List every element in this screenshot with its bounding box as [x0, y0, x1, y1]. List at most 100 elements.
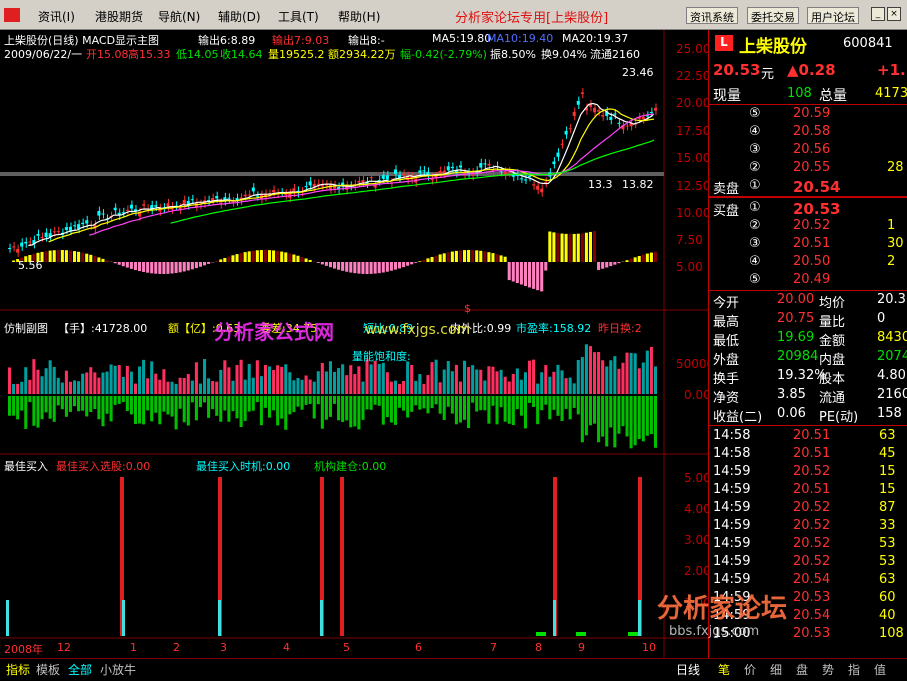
right-tab[interactable]: 笔 — [718, 661, 730, 678]
volume-bar — [117, 365, 121, 394]
menu-item-hk[interactable]: 港股期货 — [95, 8, 143, 25]
candle-body — [12, 246, 16, 248]
right-tab[interactable]: 指 — [848, 661, 860, 678]
period-label[interactable]: 日线 — [676, 661, 700, 678]
total-vol-value: 4173 — [875, 86, 907, 101]
candle-body — [617, 122, 621, 124]
bid-volume: 1 — [887, 218, 896, 233]
volume-neg-bar — [629, 396, 633, 449]
price-tick: 25.00 — [676, 42, 711, 56]
candle-body — [272, 189, 276, 193]
menu-item-info[interactable]: 资讯(I) — [38, 8, 75, 25]
volume-bar — [621, 362, 625, 394]
ask-price: 20.59 — [793, 106, 831, 121]
close-icon[interactable]: × — [887, 7, 901, 21]
volume-neg-bar — [442, 396, 446, 420]
volume-bar — [519, 379, 523, 394]
menu-item-help[interactable]: 帮助(H) — [338, 8, 380, 25]
forum-button[interactable]: 用户论坛 — [807, 7, 859, 24]
tab-template[interactable]: 模板 — [36, 661, 60, 678]
volume-neg-bar — [211, 396, 215, 410]
macd-bar — [203, 262, 207, 266]
macd-bar — [182, 262, 186, 272]
volume-neg-bar — [8, 396, 12, 416]
candle-body — [450, 166, 454, 169]
tick-volume: 63 — [879, 572, 896, 587]
menu-item-nav[interactable]: 导航(N) — [158, 8, 200, 25]
volume-neg-bar — [422, 396, 426, 409]
stat-value: 0 — [877, 311, 886, 326]
macd-bar — [60, 250, 64, 262]
candle-body — [402, 173, 406, 175]
tick-time: 14:59 — [713, 572, 751, 587]
tab-all[interactable]: 全部 — [68, 661, 92, 678]
menu-item-tools[interactable]: 工具(T) — [278, 8, 319, 25]
price-tick: 22.50 — [676, 69, 711, 83]
candle-body — [418, 170, 422, 173]
macd-bar — [438, 254, 442, 262]
volume-bar — [345, 375, 349, 394]
macd-bar — [609, 262, 613, 267]
menu-item-aux[interactable]: 辅助(D) — [218, 8, 261, 25]
minimize-icon[interactable]: _ — [871, 7, 885, 21]
tick-row: 14:59 20.51 15 — [709, 482, 907, 500]
volume-neg-bar — [276, 396, 280, 426]
volume-bar — [540, 372, 544, 394]
price-chart[interactable] — [0, 30, 708, 658]
volume-bar — [617, 368, 621, 394]
candle-body — [580, 92, 584, 94]
tab-indicator[interactable]: 指标 — [6, 661, 30, 678]
bid-price: 20.49 — [793, 272, 831, 287]
volume-bar — [68, 381, 72, 394]
volume-neg-bar — [142, 396, 146, 425]
volume-neg-bar — [255, 396, 259, 403]
candle-body — [166, 203, 170, 207]
volume-neg-bar — [162, 396, 166, 412]
info-system-button[interactable]: 资讯系统 — [686, 7, 738, 24]
chart-area[interactable]: 上柴股份(日线) MACD显示主图 输出6:8.89 输出7:9.03 输出8:… — [0, 30, 714, 658]
volume-neg-bar — [207, 396, 211, 418]
macd-bar — [56, 250, 60, 262]
right-tab[interactable]: 细 — [770, 661, 782, 678]
tab-xiaofangniu[interactable]: 小放牛 — [100, 661, 136, 678]
macd-bar — [48, 250, 52, 262]
volume-neg-bar — [16, 396, 20, 420]
trade-button[interactable]: 委托交易 — [747, 7, 799, 24]
right-tab[interactable]: 值 — [874, 661, 886, 678]
ask-volume: 28 — [887, 160, 904, 175]
candle-body — [532, 184, 536, 186]
volume-neg-bar — [138, 396, 142, 424]
volume-bar — [536, 383, 540, 394]
right-tab[interactable]: 盘 — [796, 661, 808, 678]
macd-bar — [166, 262, 170, 274]
volume-neg-bar — [178, 396, 182, 409]
volume-neg-bar — [324, 396, 328, 420]
macd-bar — [64, 250, 68, 262]
volume-neg-bar — [194, 396, 198, 421]
bid-price: 20.52 — [793, 218, 831, 233]
macd-bar — [158, 262, 162, 274]
ask-label: 卖盘 — [713, 182, 740, 197]
candle-body — [64, 227, 68, 230]
volume-bar — [560, 370, 564, 394]
right-tab[interactable]: 势 — [822, 661, 834, 678]
volume-bar — [580, 357, 584, 394]
stat-row: 收益(二) 0.06 PE(动) 158 — [709, 406, 907, 425]
macd-bar — [207, 262, 211, 264]
volume-neg-bar — [450, 396, 454, 414]
volume-bar — [406, 361, 410, 394]
now-vol-label: 现量 — [713, 88, 741, 104]
app-icon[interactable] — [4, 8, 20, 22]
volume-bar — [467, 367, 471, 394]
volume-bar — [85, 372, 89, 394]
stat-label: 最高 — [713, 315, 740, 330]
stat-label: 内盘 — [819, 353, 846, 368]
right-tab[interactable]: 价 — [744, 661, 756, 678]
macd-bar — [194, 262, 198, 269]
volume-bar — [503, 376, 507, 394]
volume-neg-bar — [247, 396, 251, 412]
candle-body — [568, 128, 572, 130]
stock-code: 600841 — [843, 36, 893, 51]
stat-value: 20.00 — [777, 292, 815, 307]
volume-bar — [280, 366, 284, 394]
